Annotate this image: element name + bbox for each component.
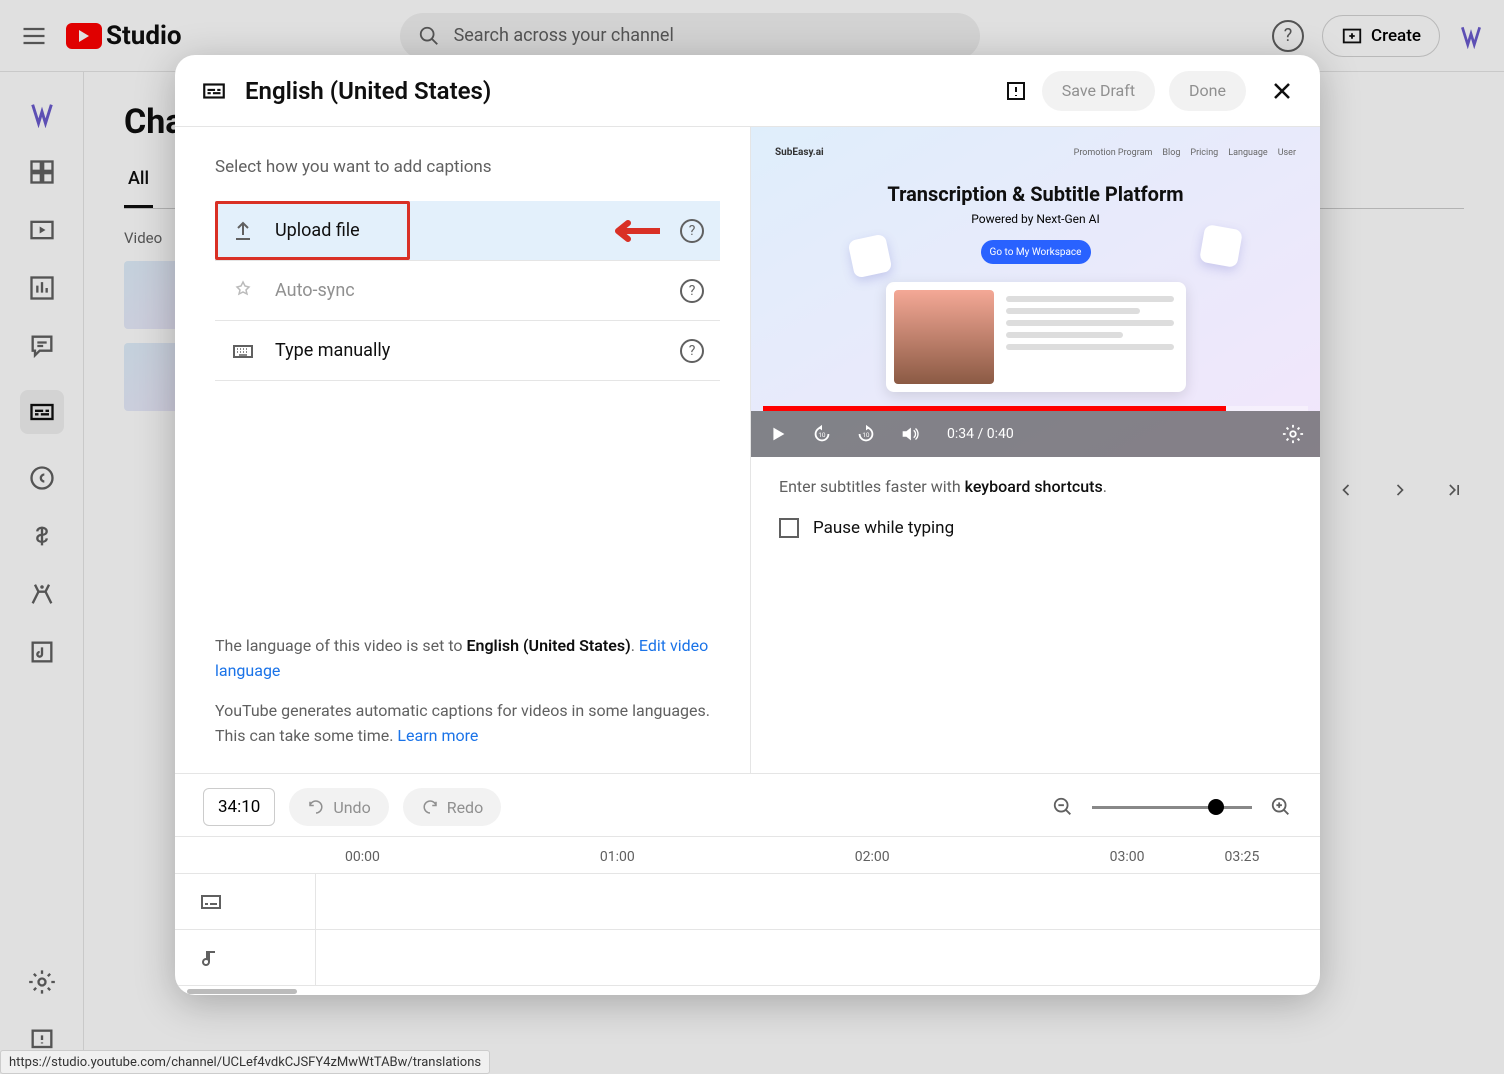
pause-while-typing-row: Pause while typing	[751, 504, 1320, 552]
modal-footer: 34:10 Undo Redo	[175, 774, 1320, 836]
zoom-controls	[1052, 796, 1292, 818]
keyboard-icon	[231, 339, 255, 363]
redo-icon	[421, 798, 439, 816]
help-icon[interactable]: ?	[680, 219, 704, 243]
subtitles-icon	[199, 890, 223, 914]
player-settings-icon[interactable]	[1282, 423, 1304, 445]
option-label: Upload file	[275, 220, 360, 241]
timeline-caption-track[interactable]	[175, 873, 1320, 929]
svg-text:10: 10	[862, 431, 870, 439]
video-player[interactable]: SubEasy.ai Promotion ProgramBlogPricingL…	[751, 127, 1320, 457]
redo-button[interactable]: Redo	[403, 788, 502, 826]
done-button[interactable]: Done	[1169, 71, 1246, 111]
help-icon[interactable]: ?	[680, 339, 704, 363]
timeline-audio-track[interactable]	[175, 929, 1320, 985]
captions-modal: English (United States) Save Draft Done …	[175, 55, 1320, 995]
preview-headline: Transcription & Subtitle Platform	[775, 182, 1296, 206]
option-list: Upload file ? Auto-sync ? Type manually …	[215, 201, 720, 381]
player-controls: 10 10 0:34 / 0:40	[751, 411, 1320, 457]
undo-icon	[307, 798, 325, 816]
subtitles-icon	[201, 78, 227, 104]
keyboard-shortcuts-link[interactable]: keyboard shortcuts	[965, 477, 1103, 496]
music-note-icon	[199, 946, 223, 970]
option-auto-sync[interactable]: Auto-sync ?	[215, 261, 720, 321]
option-upload-file[interactable]: Upload file ?	[215, 201, 720, 261]
arrow-annotation	[610, 217, 660, 245]
keyboard-hint: Enter subtitles faster with keyboard sho…	[751, 457, 1320, 504]
close-icon[interactable]	[1270, 79, 1294, 103]
report-icon[interactable]	[1004, 79, 1028, 103]
preview-sub: Powered by Next-Gen AI	[775, 212, 1296, 226]
pause-label: Pause while typing	[813, 518, 954, 538]
timeline-ticks: 00:00 01:00 02:00 03:00 03:25	[175, 837, 1320, 873]
modal-title: English (United States)	[245, 77, 491, 105]
preview-float-icon	[1199, 224, 1243, 268]
preview-cta: Go to My Workspace	[981, 240, 1091, 264]
status-bar: https://studio.youtube.com/channel/UCLef…	[0, 1050, 490, 1074]
timeline: 00:00 01:00 02:00 03:00 03:25	[175, 836, 1320, 995]
autosync-icon	[231, 279, 255, 303]
preview-menu: Promotion ProgramBlogPricingLanguageUser	[1074, 148, 1296, 158]
option-label: Type manually	[275, 340, 390, 361]
auto-caption-note: YouTube generates automatic captions for…	[215, 699, 720, 749]
volume-icon[interactable]	[899, 423, 921, 445]
svg-text:10: 10	[818, 431, 826, 439]
zoom-slider[interactable]	[1092, 806, 1252, 809]
preview-brand: SubEasy.ai	[775, 147, 824, 158]
preview-float-icon	[847, 233, 892, 278]
option-type-manually[interactable]: Type manually ?	[215, 321, 720, 381]
modal-right: SubEasy.ai Promotion ProgramBlogPricingL…	[750, 127, 1320, 773]
timecode-input[interactable]: 34:10	[203, 788, 275, 826]
modal-left: Select how you want to add captions Uplo…	[175, 127, 750, 773]
pause-checkbox[interactable]	[779, 518, 799, 538]
player-time: 0:34 / 0:40	[947, 426, 1014, 442]
preview-card	[886, 282, 1186, 392]
rewind-10-icon[interactable]: 10	[811, 423, 833, 445]
learn-more-link[interactable]: Learn more	[397, 726, 478, 745]
zoom-out-icon[interactable]	[1052, 796, 1074, 818]
upload-icon	[231, 219, 255, 243]
play-icon[interactable]	[767, 423, 789, 445]
option-label: Auto-sync	[275, 280, 355, 301]
modal-header: English (United States) Save Draft Done	[175, 55, 1320, 127]
save-draft-button[interactable]: Save Draft	[1042, 71, 1155, 111]
timeline-scrollbar[interactable]	[175, 985, 1320, 995]
undo-button[interactable]: Undo	[289, 788, 388, 826]
zoom-in-icon[interactable]	[1270, 796, 1292, 818]
select-text: Select how you want to add captions	[215, 157, 720, 177]
help-icon[interactable]: ?	[680, 279, 704, 303]
language-note: The language of this video is set to Eng…	[215, 634, 720, 684]
forward-10-icon[interactable]: 10	[855, 423, 877, 445]
